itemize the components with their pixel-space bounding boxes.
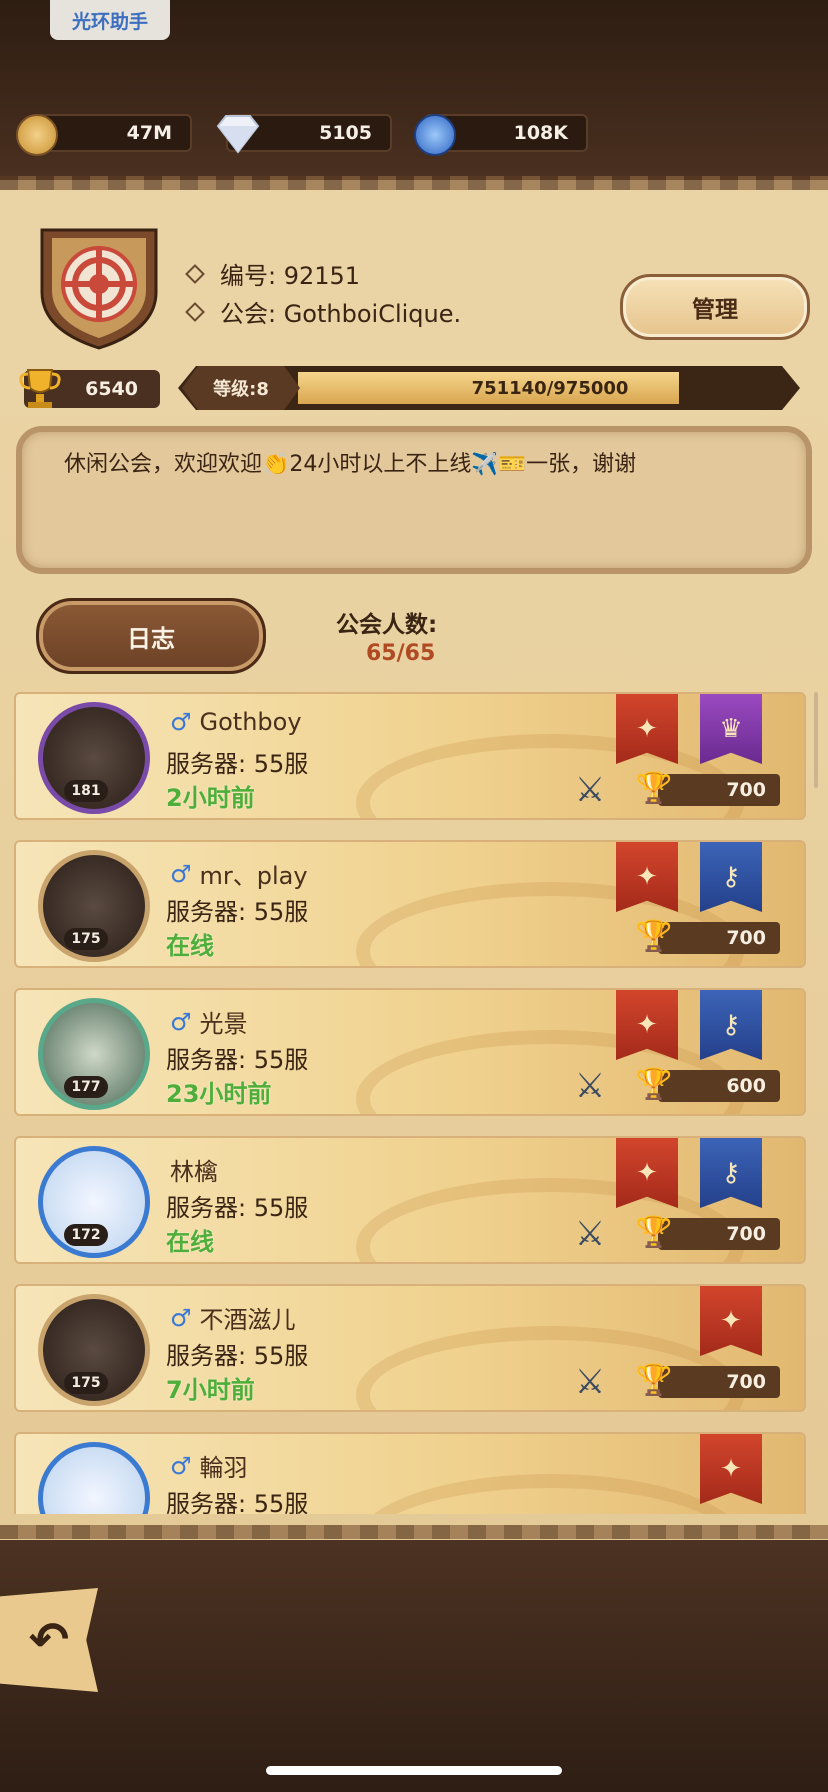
member-name: ♂ Gothboy bbox=[170, 708, 302, 736]
member-name-text: 林檎 bbox=[170, 1158, 218, 1186]
guild-emblem bbox=[40, 228, 158, 350]
member-level: 172 bbox=[64, 1224, 108, 1246]
crossed-swords-icon: ⚔ bbox=[574, 1362, 606, 1402]
member-row[interactable]: 181 ♂ Gothboy 服务器: 55服 2小时前 ✦ ♛ ⚔ 700 🏆 bbox=[14, 692, 806, 820]
blue-banner-icon: ⚷ bbox=[700, 1138, 762, 1208]
member-name-text: 不酒滋儿 bbox=[199, 1306, 296, 1334]
crossed-swords-icon: ⚔ bbox=[574, 1066, 606, 1106]
member-server: 服务器: 55服 bbox=[166, 898, 309, 926]
red-banner-icon: ✦ bbox=[700, 1286, 762, 1356]
member-name: 林檎 bbox=[170, 1152, 218, 1187]
member-name-text: 光景 bbox=[199, 1010, 248, 1038]
guild-id-text: 编号: 92151 bbox=[220, 262, 361, 290]
member-row[interactable]: 172 林檎 服务器: 55服 在线 ✦ ⚷ ⚔ 700 🏆 bbox=[14, 1136, 806, 1264]
blue-gem-icon bbox=[414, 114, 456, 156]
purple-banner-icon: ♛ bbox=[700, 694, 762, 764]
log-button[interactable]: 日志 bbox=[36, 598, 266, 674]
member-name-text: 輪羽 bbox=[199, 1454, 248, 1482]
red-banner-icon: ✦ bbox=[700, 1434, 762, 1504]
member-trophy-points: 700 bbox=[658, 1218, 780, 1250]
panel-border-bottom bbox=[0, 1525, 828, 1539]
member-count: 65/65 bbox=[366, 641, 436, 666]
guild-name-text: 公会: GothboiClique. bbox=[220, 300, 462, 328]
member-row[interactable]: 177 ♂ 光景 服务器: 55服 23小时前 ✦ ⚷ ⚔ 600 🏆 bbox=[14, 988, 806, 1116]
member-row[interactable]: 175 ♂ 不酒滋儿服务器: 55服 7小时前 ✦ ⚔ 700 🏆 bbox=[14, 1284, 806, 1412]
guild-id: 编号: 92151 bbox=[185, 256, 361, 291]
member-count-label: 公会人数: bbox=[336, 612, 438, 638]
male-icon: ♂ bbox=[170, 708, 192, 736]
crossed-swords-icon: ⚔ bbox=[574, 770, 606, 810]
bullet-icon bbox=[185, 263, 205, 284]
member-list-scrollbar[interactable] bbox=[814, 692, 818, 788]
member-server: 服务器: 55服 bbox=[166, 750, 309, 778]
member-level: 175 bbox=[64, 928, 108, 950]
trophy-icon bbox=[19, 369, 61, 408]
gold-coin-icon bbox=[16, 114, 58, 156]
member-server: 服务器: 55服 bbox=[166, 1342, 309, 1370]
member-list[interactable]: 181 ♂ Gothboy 服务器: 55服 2小时前 ✦ ♛ ⚔ 700 🏆 175 ♂ mr、pla… bbox=[14, 692, 814, 1514]
member-last-online: 2小时前 bbox=[166, 784, 255, 812]
guild-xp-text: 751140/975000 bbox=[471, 377, 629, 399]
member-name: ♂ 輪羽 bbox=[170, 1448, 248, 1483]
manage-button[interactable]: 管理 bbox=[620, 274, 810, 340]
member-level: 175 bbox=[64, 1372, 108, 1394]
assistant-badge[interactable]: 光环助手 bbox=[50, 0, 170, 40]
member-name: ♂ mr、play bbox=[170, 856, 308, 891]
trophy-icon: 🏆 bbox=[635, 770, 673, 806]
trophy-icon: 🏆 bbox=[635, 1214, 673, 1250]
member-level: 181 bbox=[64, 780, 108, 802]
male-icon: ♂ bbox=[170, 1303, 192, 1332]
male-icon: ♂ bbox=[170, 1007, 192, 1036]
member-row[interactable]: ♂輪羽服务器: 55服 ✦ ⚔ bbox=[14, 1432, 806, 1514]
crossed-swords-icon: ⚔ bbox=[574, 1214, 606, 1254]
member-last-online: 23小时前 bbox=[166, 1080, 272, 1108]
member-trophy-points: 700 bbox=[658, 922, 780, 954]
male-icon: ♂ bbox=[170, 859, 192, 888]
member-row[interactable]: 175 ♂ mr、play 服务器: 55服 在线 ✦ ⚷ 700 🏆 bbox=[14, 840, 806, 968]
trophy-icon: 🏆 bbox=[635, 1362, 673, 1398]
diamond-icon bbox=[216, 115, 260, 154]
member-trophy-points: 600 bbox=[658, 1070, 780, 1102]
member-server: 服务器: 55服 bbox=[166, 1490, 309, 1514]
guild-level: 等级:8 bbox=[182, 366, 300, 410]
member-last-online: 7小时前 bbox=[166, 1376, 255, 1404]
member-level: 177 bbox=[64, 1076, 108, 1098]
guild-name: 公会: GothboiClique. bbox=[185, 294, 462, 329]
member-avatar[interactable] bbox=[38, 1442, 150, 1514]
member-trophy-points: 700 bbox=[658, 1366, 780, 1398]
panel-border bbox=[0, 176, 828, 190]
blue-banner-icon: ⚷ bbox=[700, 990, 762, 1060]
member-server: 服务器: 55服 bbox=[166, 1046, 309, 1074]
member-name: ♂ 不酒滋儿 bbox=[170, 1300, 296, 1335]
row-decoration bbox=[356, 1474, 744, 1514]
bottom-bar bbox=[0, 1540, 828, 1792]
home-indicator[interactable] bbox=[266, 1766, 562, 1775]
guild-notice-text: 休闲公会，欢迎欢迎👏24小时以上不上线✈️🎫一张，谢谢 bbox=[64, 452, 637, 477]
member-last-online: 在线 bbox=[166, 1228, 214, 1256]
bullet-icon bbox=[185, 301, 205, 322]
member-server: 服务器: 55服 bbox=[166, 1194, 309, 1222]
crossed-swords-icon: ⚔ bbox=[568, 1508, 612, 1514]
back-button[interactable]: ↶ bbox=[0, 1588, 98, 1692]
member-last-online: 在线 bbox=[166, 932, 214, 960]
trophy-icon: 🏆 bbox=[635, 918, 673, 954]
member-trophy-points: 700 bbox=[658, 774, 780, 806]
member-name-text: mr、play bbox=[199, 862, 308, 890]
member-name-text: Gothboy bbox=[199, 708, 302, 736]
back-arrow-icon: ↶ bbox=[28, 1612, 70, 1668]
male-icon: ♂ bbox=[170, 1451, 192, 1480]
blue-banner-icon: ⚷ bbox=[700, 842, 762, 912]
trophy-icon: 🏆 bbox=[635, 1066, 673, 1102]
member-name: ♂ 光景 bbox=[170, 1004, 248, 1039]
